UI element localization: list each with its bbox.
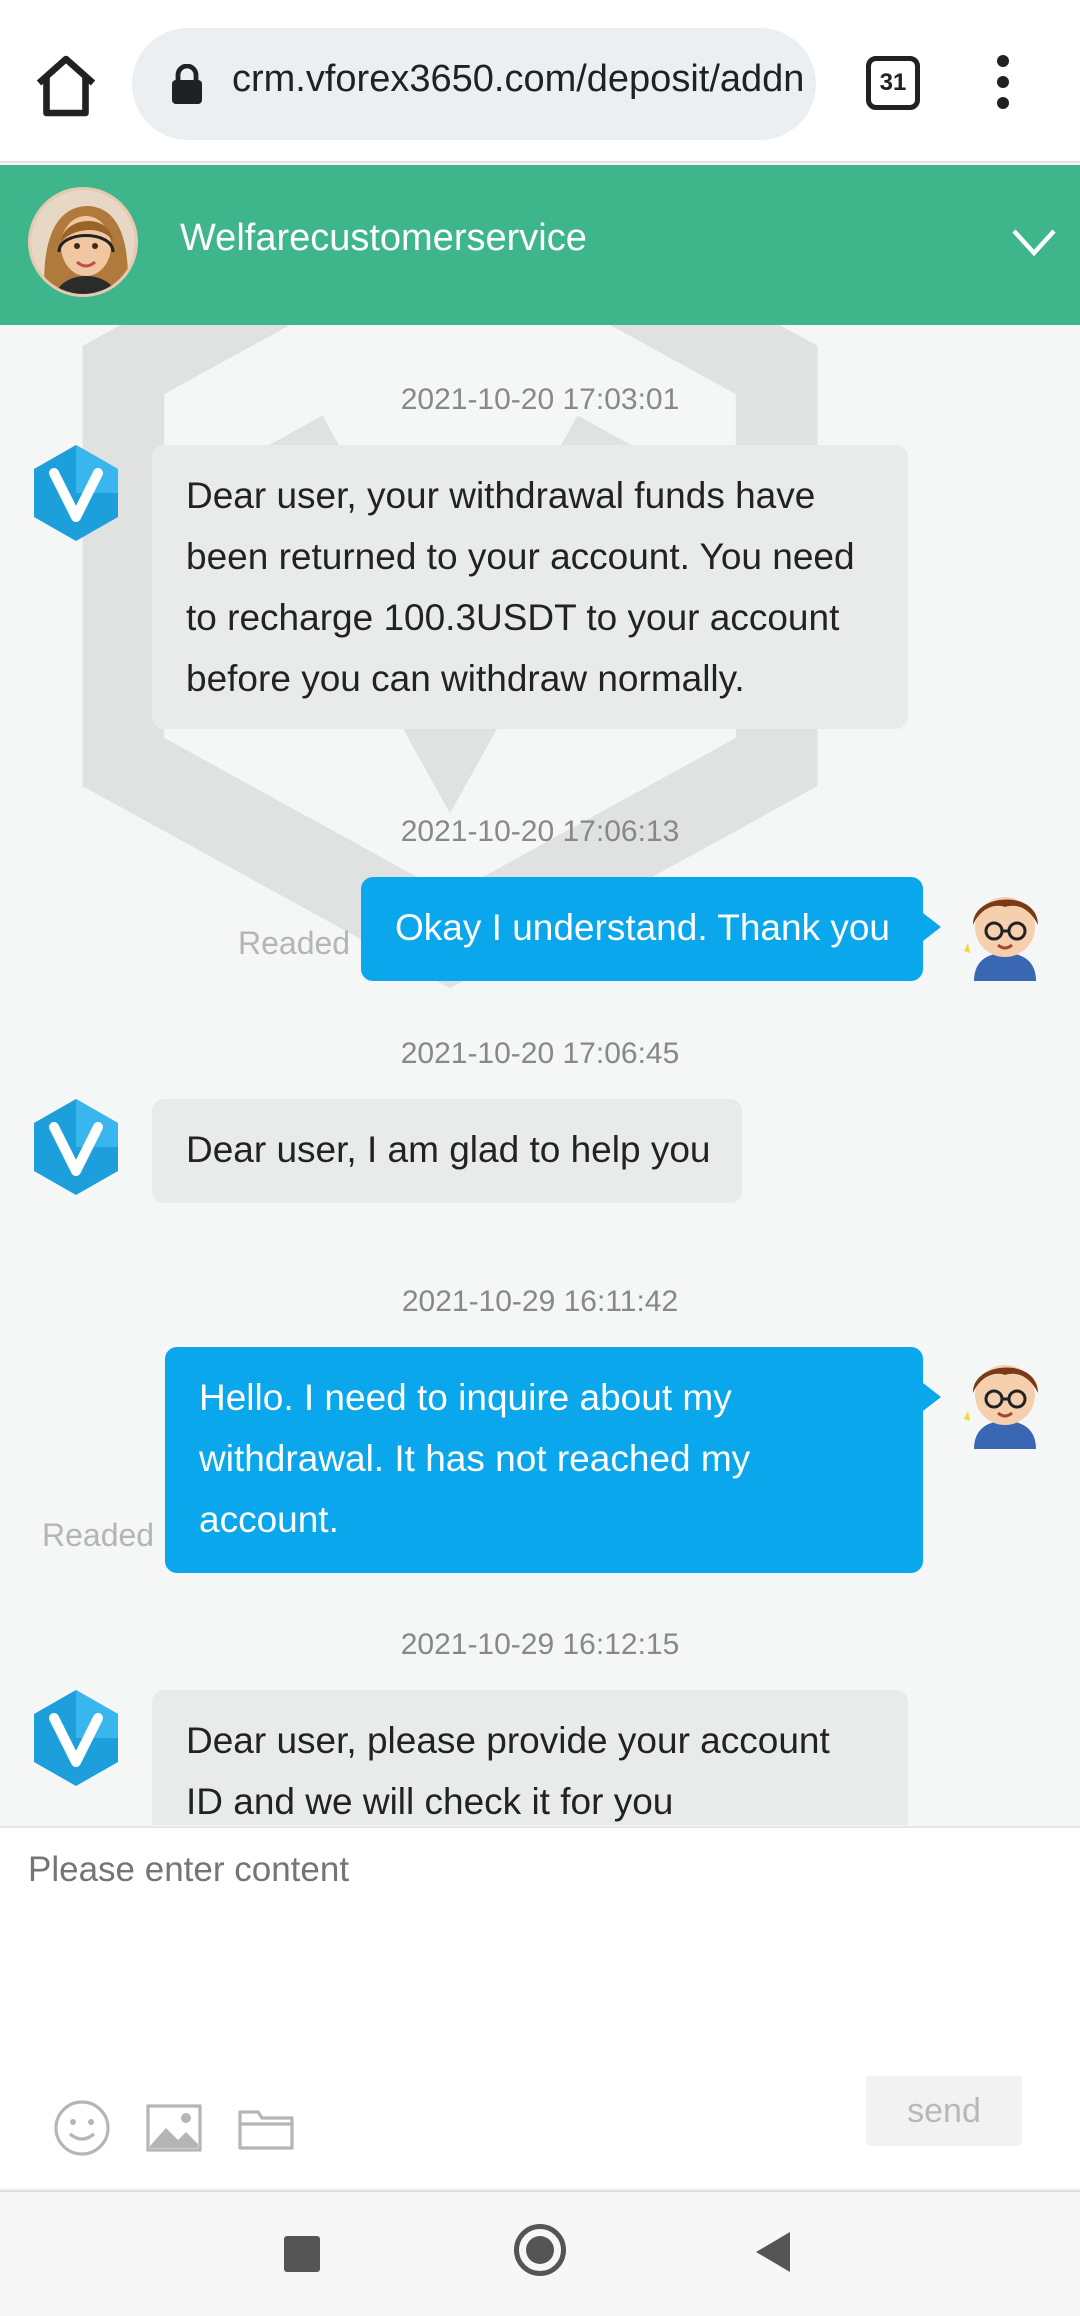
message-timestamp: 2021-10-29 16:11:42: [401, 1285, 679, 1318]
address-bar[interactable]: crm.vforex3650.com/deposit/addn: [132, 28, 816, 140]
user-cartoon-avatar: [964, 1365, 1038, 1449]
overflow-menu-icon[interactable]: [990, 55, 1016, 115]
chevron-down-icon[interactable]: [1010, 223, 1058, 263]
message-timestamp: 2021-10-20 17:06:13: [400, 815, 680, 848]
message-timestamp: 2021-10-20 17:03:01: [400, 383, 680, 416]
home-icon[interactable]: [30, 50, 102, 122]
back-triangle-icon[interactable]: [756, 2232, 790, 2272]
message-input[interactable]: [28, 1850, 1048, 2010]
tab-switcher-button[interactable]: 31: [866, 56, 920, 110]
user-cartoon-avatar: [964, 897, 1038, 981]
image-icon[interactable]: [144, 2098, 204, 2158]
lock-icon: [172, 64, 202, 104]
chat-header: Welfarecustomerservice: [0, 165, 1080, 325]
agent-message-bubble: Dear user, I am glad to help you: [152, 1099, 742, 1203]
vforex-logo-icon: [34, 1099, 118, 1195]
vforex-logo-icon: [34, 1690, 118, 1786]
agent-avatar: [28, 187, 138, 297]
read-status: Readed: [238, 925, 351, 961]
vforex-logo-icon: [34, 445, 118, 541]
agent-message-bubble: Dear user, please provide your account I…: [152, 1690, 908, 1825]
recent-apps-icon[interactable]: [284, 2236, 320, 2272]
home-circle-icon[interactable]: [514, 2224, 566, 2276]
message-timestamp: 2021-10-29 16:12:15: [400, 1628, 680, 1661]
agent-name: Welfarecustomerservice: [180, 217, 587, 259]
system-navigation-bar: [0, 2190, 1080, 2316]
agent-message-bubble: Dear user, your withdrawal funds have be…: [152, 445, 908, 729]
user-message-bubble: Hello. I need to inquire about my withdr…: [165, 1347, 941, 1573]
read-status: Readed: [42, 1517, 155, 1553]
message-timestamp: 2021-10-20 17:06:45: [400, 1037, 680, 1070]
url-text: crm.vforex3650.com/deposit/addn: [232, 58, 805, 100]
message-composer: send: [0, 1826, 1080, 2188]
send-button[interactable]: send: [866, 2076, 1022, 2146]
folder-icon[interactable]: [236, 2098, 296, 2158]
browser-toolbar: crm.vforex3650.com/deposit/addn 31: [0, 0, 1080, 163]
emoji-icon[interactable]: [52, 2098, 112, 2158]
user-message-bubble: Okay I understand. Thank you: [361, 877, 941, 981]
message-list[interactable]: 2021-10-20 17:03:01 Dear user, your with…: [0, 325, 1080, 1825]
